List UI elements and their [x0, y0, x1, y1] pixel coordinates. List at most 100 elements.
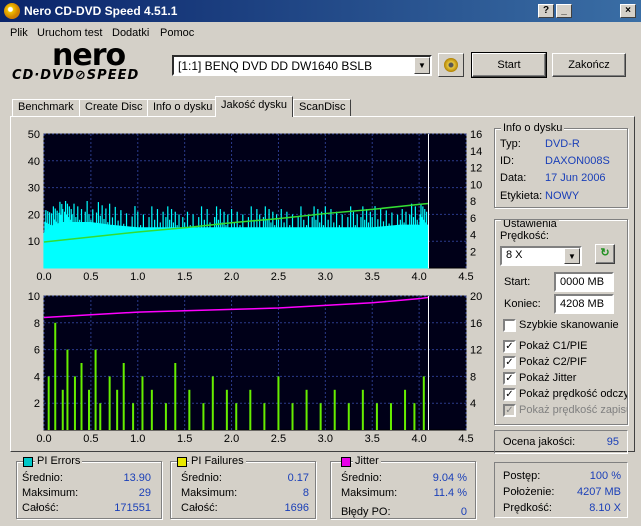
show-write-speed-checkbox: ✓: [503, 404, 516, 417]
disc-info-title: Info o dysku: [501, 122, 565, 134]
show-pif-label: Pokaż C2/PIF: [519, 356, 587, 368]
position-value: 4207 MB: [576, 486, 621, 498]
settings-group: Ustawienia Prędkość: 8 X ▼ ↻ Start: 0000…: [494, 219, 628, 425]
x-tick-label: 3.0: [318, 433, 333, 445]
nero-app-icon: [4, 3, 20, 19]
disc-id-label: ID:: [500, 155, 515, 167]
show-jitter-checkbox[interactable]: ✓: [503, 372, 516, 385]
pi-failures-swatch: [177, 457, 187, 467]
pi-errors-swatch: [23, 457, 33, 467]
end-input[interactable]: 4208 MB: [554, 294, 614, 314]
position-label: Położenie:: [503, 486, 555, 498]
y-left-tick-label: 10: [28, 291, 40, 303]
menu-pomoc[interactable]: Pomoc: [160, 27, 194, 39]
pi-failures-max: 8: [302, 487, 309, 499]
minimize-button[interactable]: _: [556, 4, 572, 18]
refresh-icon[interactable]: ↻: [595, 244, 615, 264]
pi-failures-total: 1696: [284, 502, 309, 514]
pi-failures-bar: [333, 389, 336, 430]
y-right-tick-label: 20: [470, 291, 482, 303]
disc-id-value: DAXON008S: [545, 155, 610, 167]
start-button[interactable]: Start: [471, 52, 547, 78]
tab-jakosc-dysku[interactable]: Jakość dysku: [215, 96, 294, 117]
eject-button[interactable]: [438, 53, 464, 77]
pi-failures-bar: [225, 389, 228, 430]
disc-date-label: Data:: [500, 172, 527, 184]
pi-errors-group: PI Errors Średnio: 13.90 Maksimum: 29 Ca…: [16, 455, 162, 519]
pi-failures-bar: [132, 403, 135, 430]
y-left-tick-label: 10: [28, 236, 40, 248]
y-left-tick-label: 20: [28, 209, 40, 221]
y-right-tick-label: 8: [470, 196, 476, 208]
show-pif-checkbox[interactable]: ✓: [503, 356, 516, 369]
speed-select[interactable]: 8 X ▼: [500, 246, 582, 266]
pi-failures-bar: [61, 389, 64, 430]
pi-failures-chart: 0.0 0.5 1.0 1.5 2.0 2.5 3.0 3.5 4.0 4.5 2 4 6 8 10 4 8 12…: [12, 288, 490, 450]
disc-icon: [444, 58, 458, 72]
pi-errors-chart-svg: 0.0 0.5 1.0 1.5 2.0 2.5 3.0 3.5 4.0 4.5 10 20 30 40 50…: [28, 129, 483, 283]
pi-failures-bar: [319, 403, 322, 430]
x-tick-label: 0.0: [36, 271, 51, 283]
y-right-tick-label: 8: [470, 371, 476, 383]
pi-failures-bar: [73, 376, 76, 430]
pi-failures-bar: [174, 363, 177, 430]
show-read-speed-checkbox[interactable]: ✓: [503, 388, 516, 401]
end-button[interactable]: Zakończ: [552, 53, 626, 77]
pi-failures-group: PI Failures Średnio: 0.17 Maksimum: 8 Ca…: [170, 455, 316, 519]
pi-failures-bar: [150, 389, 153, 430]
plot-area: [43, 295, 467, 431]
tab-strip: Benchmark Create Disc Info o dysku Jakoś…: [12, 96, 632, 117]
start-input[interactable]: 0000 MB: [554, 272, 614, 292]
progress-value: 100 %: [589, 470, 621, 482]
pi-failures-bar: [404, 389, 407, 430]
chevron-down-icon[interactable]: ▼: [414, 57, 430, 74]
tab-benchmark[interactable]: Benchmark: [12, 99, 80, 116]
pi-failures-bar: [54, 322, 57, 430]
x-tick-label: 1.0: [130, 271, 145, 283]
y-left-tick-label: 40: [28, 156, 40, 168]
speed-select-value: 8 X: [506, 249, 523, 261]
pi-failures-bar: [389, 403, 392, 430]
pi-errors-max: 29: [138, 487, 151, 499]
jitter-avg-label: Średnio:: [341, 472, 382, 484]
y-left-tick-label: 4: [34, 371, 40, 383]
x-tick-label: 0.0: [36, 433, 51, 445]
y-right-tick-label: 2: [470, 246, 476, 258]
disc-type-label: Typ:: [500, 138, 521, 150]
x-tick-label: 1.5: [177, 271, 192, 283]
jitter-swatch: [341, 457, 351, 467]
pi-failures-bar: [99, 403, 102, 430]
pi-failures-bar: [422, 376, 425, 430]
y-right-tick-label: 12: [470, 163, 482, 175]
help-button[interactable]: ?: [538, 4, 554, 18]
quality-value: 95: [606, 436, 619, 448]
close-button[interactable]: ×: [620, 4, 636, 18]
menu-plik[interactable]: Plik: [10, 27, 28, 39]
pi-failures-avg: 0.17: [287, 472, 309, 484]
x-tick-label: 0.5: [83, 271, 98, 283]
x-tick-label: 3.0: [318, 271, 333, 283]
y-right-tick-label: 10: [470, 179, 482, 191]
logo-product: CD·DVD⊘SPEED: [12, 68, 140, 83]
show-pie-checkbox[interactable]: ✓: [503, 340, 516, 353]
pi-failures-bar: [88, 389, 91, 430]
disc-date-value: 17 Jun 2006: [545, 172, 606, 184]
pi-failures-bar: [202, 403, 205, 430]
tab-create-disc[interactable]: Create Disc: [79, 99, 149, 116]
pi-failures-bar: [66, 349, 69, 430]
x-tick-label: 4.0: [411, 271, 426, 283]
x-tick-label: 2.5: [271, 433, 286, 445]
fast-scan-checkbox[interactable]: [503, 319, 516, 332]
settings-title: Ustawienia: [501, 219, 559, 230]
drive-select[interactable]: [1:1] BENQ DVD DD DW1640 BSLB ▼: [172, 55, 432, 76]
x-tick-label: 1.5: [177, 433, 192, 445]
pi-failures-title: PI Failures: [189, 455, 246, 467]
disc-type-value: DVD-R: [545, 138, 580, 150]
speed-chevron-down-icon[interactable]: ▼: [564, 248, 580, 264]
tab-scandisc[interactable]: ScanDisc: [293, 99, 352, 116]
app-window: Nero CD-DVD Speed 4.51.1 ? _ × Plik Uruc…: [0, 0, 641, 526]
pi-errors-max-label: Maksimum:: [22, 487, 79, 499]
y-right-tick-label: 4: [470, 230, 476, 242]
pi-failures-bar: [375, 403, 378, 430]
tab-info-o-dysku[interactable]: Info o dysku: [147, 99, 219, 116]
